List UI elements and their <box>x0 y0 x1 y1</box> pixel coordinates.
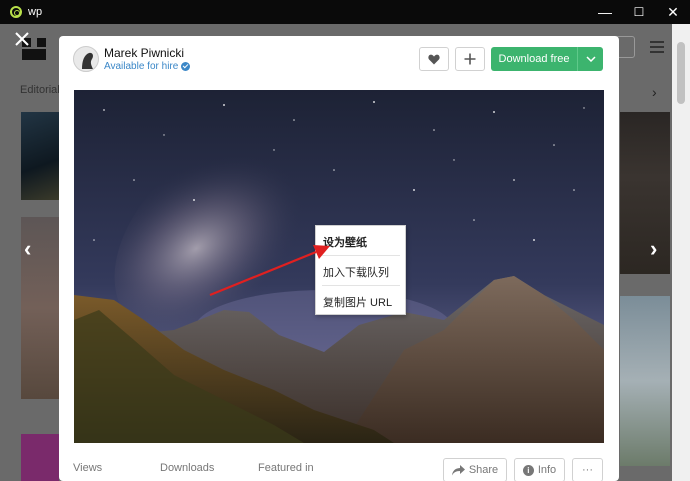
featured-label: Featured in <box>258 462 314 474</box>
scrollbar-thumb[interactable] <box>677 42 685 104</box>
verified-badge-icon <box>181 62 191 71</box>
more-button[interactable]: ··· <box>572 458 603 481</box>
menu-divider <box>322 255 400 256</box>
heart-icon <box>428 54 440 64</box>
background-thumbnail[interactable] <box>21 112 59 200</box>
author-name[interactable]: Marek Piwnicki <box>104 46 184 60</box>
previous-arrow-icon[interactable]: ‹ <box>24 236 31 262</box>
maximize-button[interactable]: ☐ <box>622 0 656 24</box>
hire-status[interactable]: Available for hire <box>104 61 191 72</box>
plus-icon <box>464 53 476 65</box>
copy-image-url-menu-item[interactable]: 复制图片 URL <box>323 294 392 310</box>
background-thumbnail[interactable] <box>620 112 670 274</box>
menu-divider <box>322 285 400 286</box>
like-button[interactable] <box>419 47 449 71</box>
views-label: Views <box>73 462 103 474</box>
download-options-button[interactable] <box>577 47 603 71</box>
share-button-label: Share <box>468 464 499 476</box>
chevron-down-icon <box>585 56 596 62</box>
add-to-collection-button[interactable] <box>455 47 485 71</box>
downloads-label: Downloads <box>160 462 215 474</box>
close-window-button[interactable]: ✕ <box>656 0 690 24</box>
title-bar: wp — ☐ ✕ <box>0 0 690 24</box>
add-to-download-queue-menu-item[interactable]: 加入下载队列 <box>323 264 389 280</box>
share-button[interactable]: Share <box>443 458 507 481</box>
hire-status-label: Available for hire <box>104 61 179 72</box>
background-thumbnail[interactable] <box>21 434 59 481</box>
app-window: wp — ☐ ✕ Editorial › ‹ › Marek Piwnicki … <box>0 0 690 481</box>
hamburger-menu-icon[interactable] <box>650 41 664 53</box>
next-arrow-icon[interactable]: › <box>650 236 657 262</box>
window-controls: — ☐ ✕ <box>588 0 690 24</box>
info-icon: i <box>522 464 534 476</box>
window-title: wp <box>28 6 43 18</box>
editorial-tab[interactable]: Editorial <box>20 84 60 96</box>
minimize-button[interactable]: — <box>588 0 622 24</box>
avatar[interactable] <box>73 46 99 72</box>
info-button[interactable]: i Info <box>514 458 565 481</box>
context-menu: 设为壁纸 加入下载队列 复制图片 URL <box>315 225 406 315</box>
chevron-right-icon[interactable]: › <box>652 84 657 100</box>
info-button-label: Info <box>537 464 557 476</box>
download-button[interactable]: Download free <box>491 47 577 71</box>
background-thumbnail[interactable] <box>620 296 670 466</box>
close-overlay-icon[interactable] <box>12 29 32 49</box>
set-as-wallpaper-menu-item[interactable]: 设为壁纸 <box>323 234 367 250</box>
vertical-scrollbar[interactable] <box>672 24 690 481</box>
share-icon <box>451 464 465 475</box>
app-logo-icon <box>10 6 22 18</box>
